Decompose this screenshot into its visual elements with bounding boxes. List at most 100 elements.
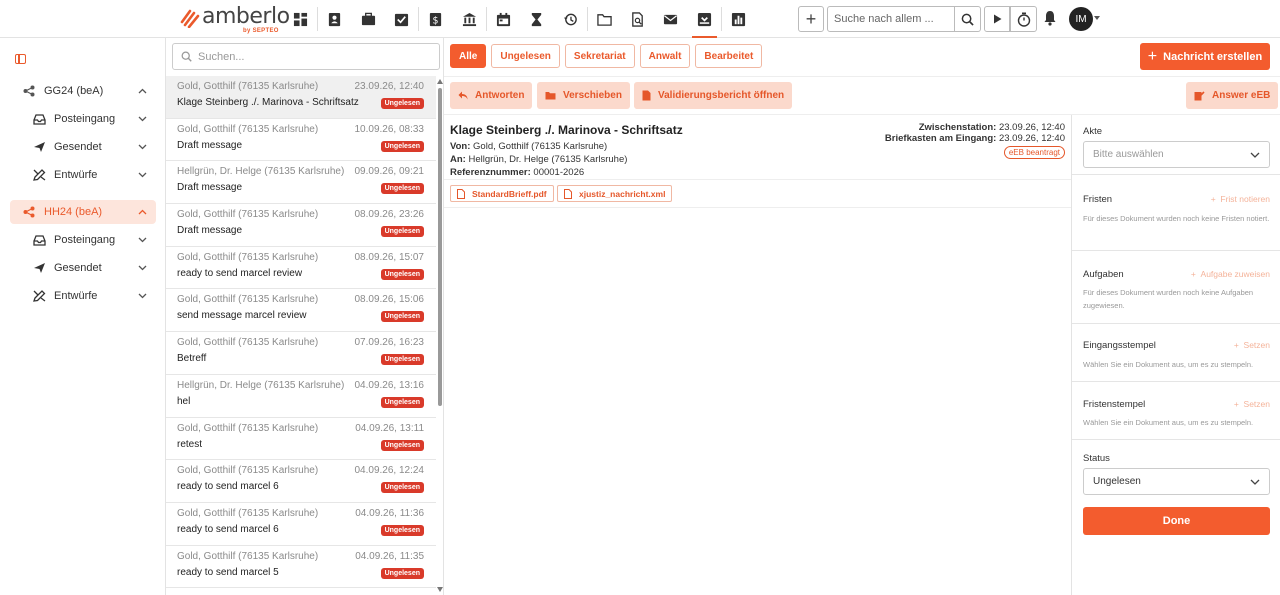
chevron-down-icon[interactable] [134, 265, 150, 271]
done-button[interactable]: Done [1083, 507, 1270, 535]
message-list-item[interactable]: Gold, Gotthilf (76135 Karlsruhe) 04.09.26… [166, 460, 436, 503]
attachment-xml[interactable]: xjustiz_nachricht.xml [557, 185, 673, 202]
sidebar-item-gesendet[interactable]: Gesendet [10, 256, 156, 280]
filter-alle[interactable]: Alle [450, 44, 487, 68]
chevron-down-icon[interactable] [134, 144, 150, 150]
message-subject: Draft message [177, 225, 243, 237]
search-icon [961, 13, 974, 26]
akte-select[interactable]: Bitte auswählen [1083, 141, 1270, 168]
history-icon[interactable] [553, 0, 586, 38]
message-list-item[interactable]: Hellgrün, Dr. Helge (76135 Karlsruhe) 04.… [166, 374, 436, 418]
bea-inbox-icon[interactable] [688, 0, 721, 38]
stopwatch-button[interactable] [1010, 6, 1037, 32]
message-list-item[interactable]: Gold, Gotthilf (76135 Karlsruhe) 07.09.26… [166, 332, 436, 375]
message-list-scrollbar[interactable] [436, 76, 443, 595]
from-label: Von: [450, 141, 471, 152]
scroll-up-arrow-icon[interactable] [437, 79, 443, 84]
new-message-label: Nachricht erstellen [1163, 50, 1263, 63]
calendar-icon[interactable] [487, 0, 520, 38]
message-date: 04.09.26, 12:24 [354, 465, 424, 477]
sidebar-item-gesendet[interactable]: Gesendet [10, 135, 156, 159]
message-list-item[interactable]: Gold, Gotthilf (76135 Karlsruhe) 10.09.26… [166, 118, 436, 162]
message-list-item[interactable]: Gold, Gotthilf (76135 Karlsruhe) 08.09.26… [166, 204, 436, 247]
add-deadline-link[interactable]: + Frist notieren [1211, 194, 1270, 204]
sidebar-item-posteingang[interactable]: Posteingang [10, 228, 156, 252]
user-avatar[interactable]: IM [1069, 7, 1093, 31]
move-label: Verschieben [563, 90, 622, 101]
filter-bearbeitet[interactable]: Bearbeitet [695, 44, 763, 68]
quick-add-button[interactable]: + [798, 6, 824, 32]
akte-label: Akte [1083, 126, 1103, 137]
message-subject: ready to send marcel 6 [177, 481, 279, 493]
answer-eeb-button[interactable]: Answer eEB [1186, 82, 1279, 109]
sidebar-account-gg24[interactable]: GG24 (beA) [10, 79, 156, 103]
start-timer-button[interactable] [984, 6, 1010, 32]
new-message-button[interactable]: + Nachricht erstellen [1140, 43, 1270, 70]
hourglass-icon[interactable] [520, 0, 553, 38]
main-navigation: $ [284, 0, 755, 38]
billing-icon[interactable]: $ [419, 0, 452, 38]
set-fristenstempel-link[interactable]: + Setzen [1234, 399, 1270, 409]
filter-bar: Alle Ungelesen Sekretariat Anwalt Bearbe… [450, 44, 763, 68]
message-list-item[interactable]: Gold, Gotthilf (76135 Karlsruhe) 23.09.26… [166, 76, 436, 119]
tasks-icon[interactable] [385, 0, 418, 38]
scroll-down-arrow-icon[interactable] [437, 587, 443, 592]
message-list-item[interactable]: Hellgrün, Dr. Helge (76135 Karlsruhe) 09.… [166, 161, 436, 205]
move-button[interactable]: Verschieben [537, 82, 630, 109]
filter-anwalt[interactable]: Anwalt [639, 44, 691, 68]
eingangsstempel-section: Eingangsstempel + Setzen Wählen Sie ein … [1072, 324, 1280, 382]
attachment-pdf[interactable]: StandardBrieff.pdf [450, 185, 554, 202]
set-eingangsstempel-link[interactable]: + Setzen [1234, 340, 1270, 350]
mail-icon[interactable] [654, 0, 687, 38]
chevron-down-icon[interactable] [134, 116, 150, 122]
sidebar-toggle-icon[interactable] [15, 54, 26, 64]
scroll-thumb[interactable] [438, 88, 442, 406]
message-sender: Gold, Gotthilf (76135 Karlsruhe) [177, 209, 319, 221]
status-select[interactable]: Ungelesen [1083, 468, 1270, 495]
global-search-input[interactable]: Suche nach allem ... [827, 6, 955, 32]
filter-ungelesen[interactable]: Ungelesen [491, 44, 560, 68]
briefcase-icon[interactable] [352, 0, 385, 38]
notifications-bell-icon[interactable] [1043, 10, 1057, 29]
message-date: 10.09.26, 08:33 [354, 123, 424, 135]
reports-icon[interactable] [722, 0, 755, 38]
message-date: 04.09.26, 13:16 [354, 379, 424, 391]
logo-text: amberlo [202, 4, 290, 29]
dashboard-icon[interactable] [284, 0, 317, 38]
sidebar-item-entwuerfe[interactable]: Entwürfe [10, 163, 156, 187]
amberlo-logo[interactable]: amberlo by SEPTEO [180, 4, 290, 34]
message-list-item[interactable]: Gold, Gotthilf (76135 Karlsruhe) 04.09.26… [166, 545, 436, 589]
unread-badge: Ungelesen [380, 482, 424, 494]
message-list-item[interactable]: Gold, Gotthilf (76135 Karlsruhe) 08.09.26… [166, 289, 436, 333]
unread-badge: Ungelesen [380, 140, 424, 152]
folder-icon[interactable] [588, 0, 621, 38]
message-list-item[interactable]: Gold, Gotthilf (76135 Karlsruhe) 04.09.26… [166, 502, 436, 546]
contacts-icon[interactable] [318, 0, 351, 38]
user-menu-caret-icon[interactable] [1094, 16, 1100, 20]
filter-sekretariat[interactable]: Sekretariat [564, 44, 635, 68]
assign-task-link[interactable]: + Aufgabe zuweisen [1191, 269, 1270, 279]
sidebar-item-entwuerfe[interactable]: Entwürfe [10, 284, 156, 308]
validation-report-button[interactable]: Validierungsbericht öffnen [634, 82, 793, 109]
amberlo-logo-mark-icon [180, 9, 200, 28]
chevron-up-icon[interactable] [134, 209, 150, 215]
message-mailbox-arrival: Briefkasten am Eingang: 23.09.26, 12:40 [885, 133, 1065, 144]
message-subject: send message marcel review [177, 310, 307, 322]
sidebar-item-label: Entwürfe [54, 169, 98, 181]
chevron-down-icon[interactable] [134, 172, 150, 178]
reply-button[interactable]: Antworten [450, 82, 533, 109]
global-search-button[interactable] [954, 6, 981, 32]
chevron-down-icon[interactable] [134, 237, 150, 243]
document-search-icon[interactable] [621, 0, 654, 38]
message-list-item[interactable]: Gold, Gotthilf (76135 Karlsruhe) 08.09.26… [166, 246, 436, 290]
message-subject: retest [177, 438, 203, 450]
chevron-down-icon[interactable] [134, 293, 150, 299]
sidebar-item-posteingang[interactable]: Posteingang [10, 107, 156, 131]
message-search-input[interactable]: Suchen... [172, 43, 440, 70]
bank-icon[interactable] [452, 0, 485, 38]
message-title: Klage Steinberg ./. Marinova - Schriftsa… [450, 123, 683, 137]
message-list-item[interactable]: Gold, Gotthilf (76135 Karlsruhe) 04.09.26… [166, 417, 436, 461]
sidebar-account-hh24[interactable]: HH24 (beA) [10, 200, 156, 224]
chevron-up-icon[interactable] [134, 88, 150, 94]
share-icon [22, 205, 36, 219]
